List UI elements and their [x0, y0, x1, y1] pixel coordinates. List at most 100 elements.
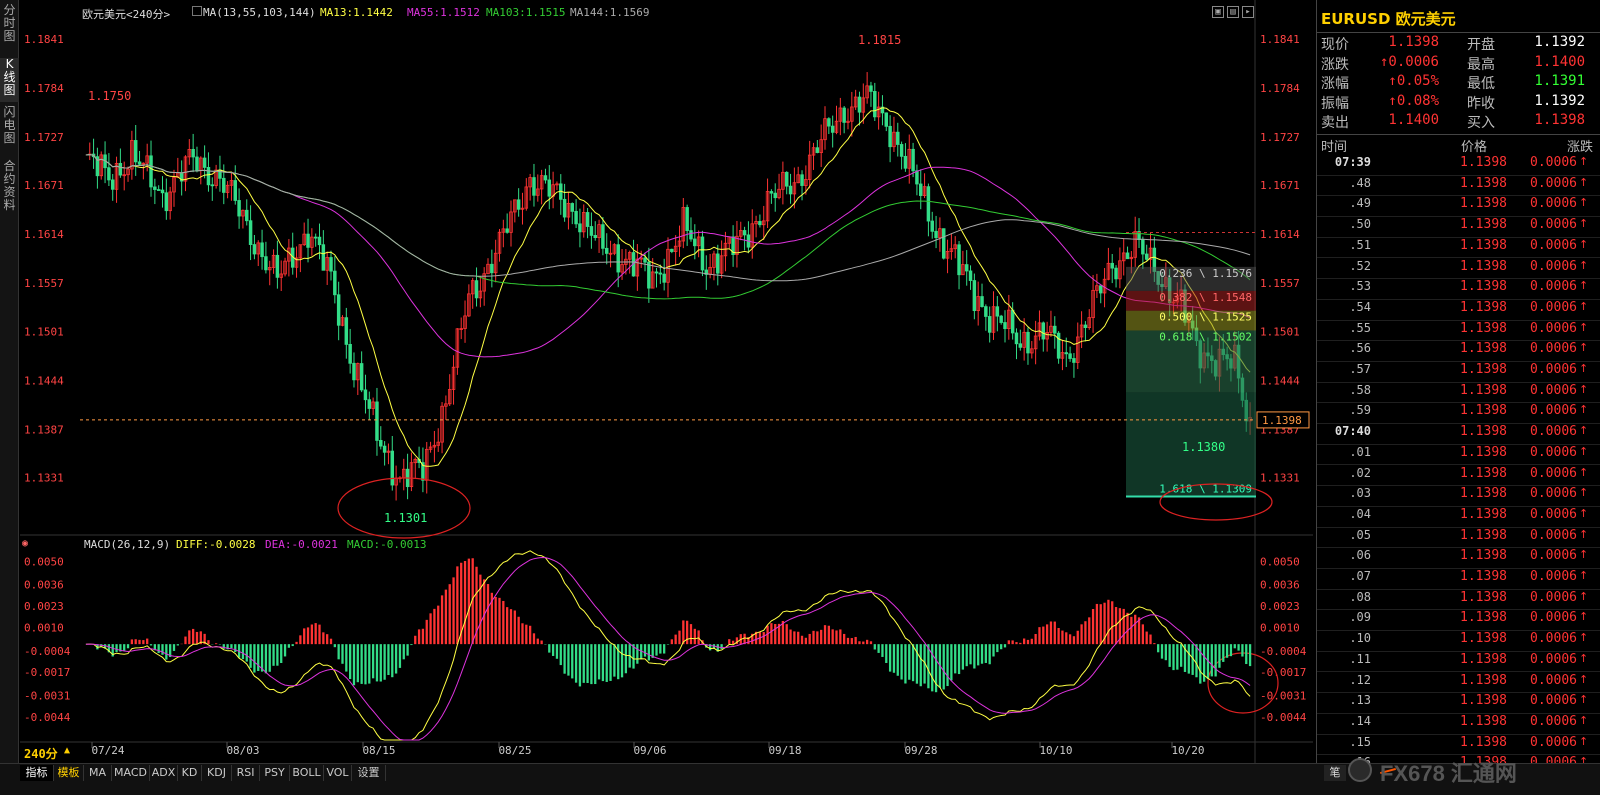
candle-body: [899, 144, 904, 157]
indicator-tab[interactable]: BOLL: [290, 765, 324, 781]
tick-time: 07:40: [1334, 424, 1371, 439]
candle-body: [505, 228, 509, 233]
current-price-label: 1.1398: [1262, 414, 1302, 427]
tick-change: 0.0006: [1530, 548, 1577, 564]
candle-body: [202, 157, 207, 168]
tick-change: 0.0006: [1530, 569, 1577, 584]
indicator-tab[interactable]: 模板: [54, 765, 84, 781]
indicator-tab[interactable]: VOL: [324, 765, 352, 781]
candle-body: [367, 399, 372, 409]
candle-body: [911, 148, 915, 172]
tick-row: .51 1.1398 0.0006 ↑: [1317, 238, 1600, 259]
macd-diff: DIFF:-0.0028: [176, 538, 256, 551]
up-arrow-icon: ↑: [1579, 548, 1589, 562]
candle-body: [616, 244, 620, 273]
quote-value: 1.1400: [1388, 112, 1439, 128]
candle-body: [160, 189, 165, 194]
price-tick-right: 1.1331: [1260, 472, 1300, 485]
macd-tick-left: 0.0050: [24, 556, 64, 569]
tick-row: .57 1.1398 0.0006 ↑: [1317, 362, 1600, 383]
layout-icon[interactable]: ▤: [1227, 6, 1239, 18]
kline-chart[interactable]: 1.1841 1.1841 1.1784 1.1784 1.1727 1.1727 1.16…: [20, 0, 1313, 763]
tick-row: .49 1.1398 0.0006 ↑: [1317, 196, 1600, 218]
tick-time: .08: [1349, 589, 1371, 604]
tick-row: .04 1.1398 0.0006 ↑: [1317, 507, 1600, 528]
indicator-tab[interactable]: MACD: [112, 765, 150, 781]
up-arrow-icon: ↑: [1579, 589, 1589, 603]
candle-body: [758, 221, 762, 226]
tick-price: 1.1398: [1460, 693, 1507, 709]
expand-icon[interactable]: ▸: [1242, 6, 1254, 18]
candle-body: [133, 140, 138, 163]
indicator-tab[interactable]: KDJ: [202, 765, 232, 781]
candle-body: [873, 90, 877, 118]
period-dropdown-icon[interactable]: ▲: [64, 745, 70, 756]
tick-time: .57: [1349, 362, 1371, 376]
up-arrow-icon: ↑: [1579, 506, 1589, 520]
up-arrow-icon: ↑: [1579, 217, 1589, 231]
tick-change: 0.0006: [1530, 465, 1577, 481]
macd-toggle-icon[interactable]: ◉: [22, 538, 28, 549]
date-tick: 08/03: [226, 744, 259, 757]
macd-tick-right: -0.0004: [1260, 645, 1307, 658]
price-tick-right: 1.1727: [1260, 131, 1300, 144]
macd-diff-line: [85, 550, 1251, 741]
tick-change: 0.0006: [1530, 734, 1577, 750]
candle-body: [329, 257, 333, 272]
candle-body: [716, 253, 720, 274]
tab-flash-chart[interactable]: 闪电图: [0, 106, 19, 156]
tick-header-time: 时间: [1321, 140, 1348, 155]
indicator-tab[interactable]: 指标: [20, 765, 54, 781]
date-tick: 10/20: [1171, 744, 1204, 757]
quote-label: 涨跌: [1321, 56, 1349, 73]
quote-label: 最低: [1467, 76, 1495, 92]
candle-body: [589, 226, 594, 236]
macd-tick-left: -0.0004: [24, 645, 71, 658]
candle-body: [934, 230, 938, 239]
indicator-tab[interactable]: PSY: [260, 765, 290, 781]
candle-body: [1083, 324, 1088, 328]
candle-body: [562, 198, 567, 218]
price-tick-left: 1.1784: [24, 82, 64, 95]
indicator-tab[interactable]: ADX: [150, 765, 178, 781]
left-view-tabs: 分时图 K线图 闪电图 合约资料: [0, 0, 19, 763]
candle-body: [987, 316, 992, 333]
price-tick-right: 1.1614: [1260, 228, 1300, 241]
ma-settings-icon[interactable]: [192, 6, 202, 16]
candle-body: [547, 179, 552, 197]
candle-body: [233, 180, 238, 201]
pen-tab-button[interactable]: 笔: [1324, 765, 1346, 781]
up-arrow-icon: ↑: [1579, 713, 1589, 727]
indicator-tab[interactable]: MA: [84, 765, 112, 781]
period-selector[interactable]: 240分: [24, 745, 58, 762]
quote-label: 涨幅: [1321, 76, 1349, 92]
candle-body: [321, 244, 326, 271]
indicator-tab[interactable]: KD: [178, 765, 202, 781]
date-tick: 08/25: [498, 744, 531, 757]
tab-kline[interactable]: K线图: [0, 58, 19, 102]
tick-row: .03 1.1398 0.0006 ↑: [1317, 486, 1600, 507]
candle-body: [118, 162, 123, 176]
candle-body: [1072, 358, 1076, 363]
up-arrow-icon: ↑: [1579, 403, 1589, 417]
indicator-tab[interactable]: RSI: [232, 765, 260, 781]
quote-value: ↑0.0006: [1379, 53, 1439, 70]
tab-contract-info[interactable]: 合约资料: [0, 160, 19, 216]
macd-tick-left: 0.0023: [24, 600, 64, 613]
macd-tick-left: -0.0044: [24, 711, 71, 724]
tab-timeshare[interactable]: 分时图: [0, 4, 19, 54]
indicator-tab[interactable]: 设置: [352, 765, 386, 781]
macd-tick-right: 0.0036: [1260, 579, 1300, 592]
tick-change: 0.0006: [1530, 155, 1577, 170]
restore-icon[interactable]: ▣: [1212, 6, 1224, 18]
ma55-value: MA55:1.1512: [407, 6, 480, 19]
fib-label: 0.618 \ 1.1502: [1159, 330, 1252, 343]
candle-body: [516, 199, 521, 210]
candle-body: [662, 273, 666, 283]
candle-body: [964, 264, 969, 272]
tick-change: 0.0006: [1530, 320, 1577, 336]
tick-row: 07:40 1.1398 0.0006 ↑: [1317, 424, 1600, 445]
candle-body: [570, 203, 575, 212]
quote-label: 现价: [1321, 37, 1349, 53]
price-tick-right: 1.1784: [1260, 82, 1300, 95]
